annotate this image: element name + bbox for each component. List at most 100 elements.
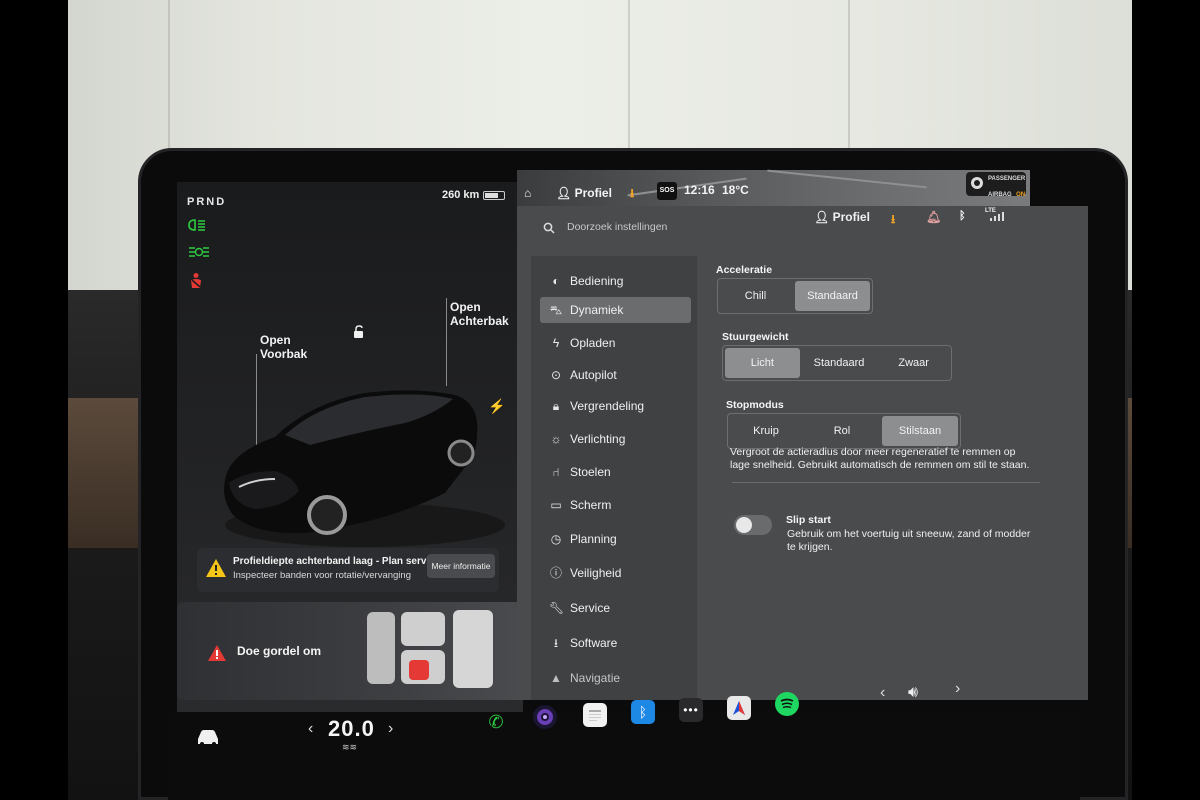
stopmode-option-rol[interactable]: Rol	[804, 414, 880, 448]
airbag-state: ON	[1016, 192, 1026, 198]
nav-label: Bediening	[570, 274, 624, 288]
trunk-callout-line2: Achterbak	[450, 314, 509, 328]
tire-warning-card: Profieldiepte achterband laag - Plan ser…	[197, 548, 499, 592]
nav-label: Veiligheid	[570, 566, 622, 580]
acceleration-option-standaard[interactable]: Standaard	[795, 281, 870, 311]
acceleration-selector: Chill Standaard	[717, 278, 873, 314]
bluetooth-icon[interactable]: ᛒ	[959, 210, 966, 222]
stopmode-option-stilstaan[interactable]: Stilstaan	[882, 416, 958, 446]
warning-triangle-icon	[206, 559, 226, 577]
outside-temperature: 18°C	[722, 183, 749, 197]
battery-icon	[483, 191, 505, 200]
download-icon[interactable]: ⭳	[891, 210, 895, 231]
search-icon	[543, 222, 555, 234]
slip-start-toggle[interactable]	[734, 515, 772, 535]
seat-map-image	[367, 610, 493, 688]
more-info-button[interactable]: Meer informatie	[427, 554, 495, 578]
temp-down-chevron-icon[interactable]: ‹	[308, 720, 313, 738]
nav-service[interactable]: 🔧︎ Service	[540, 595, 691, 621]
photo-frame: PRND 260 km Open Voorbak Open Achterbak …	[0, 0, 1200, 800]
search-input[interactable]: Doorzoek instellingen	[543, 220, 803, 236]
frunk-callout[interactable]: Open Voorbak	[260, 333, 307, 361]
cabin-temperature[interactable]: 20.0	[328, 716, 375, 742]
nav-opladen[interactable]: ϟ Opladen	[540, 330, 691, 356]
sos-button[interactable]: SOS	[657, 182, 677, 200]
nav-autopilot[interactable]: ⊙ Autopilot	[540, 362, 691, 388]
letterbox-left	[0, 0, 68, 800]
nav-label: Dynamiek	[570, 303, 624, 317]
stopmode-description-line1: Vergroot de actieradius door meer regene…	[730, 446, 1016, 458]
steering-wheel-icon: ⊙	[550, 368, 562, 382]
alert-title: Profieldiepte achterband laag - Plan ser…	[233, 556, 441, 567]
stopmode-option-kruip[interactable]: Kruip	[728, 414, 804, 448]
spotify-icon[interactable]	[775, 692, 799, 716]
nav-label: Autopilot	[570, 368, 617, 382]
car-model-image	[224, 390, 505, 547]
slip-start-description-line2: te krijgen.	[787, 541, 833, 553]
nav-label: Stoelen	[570, 465, 611, 479]
stopmode-description: Vergroot de actieradius door meer regene…	[730, 446, 1029, 472]
headlight-icon	[187, 218, 207, 235]
nav-label: Navigatie	[570, 671, 621, 685]
stopmode-label: Stopmodus	[726, 399, 784, 411]
nav-stoelen[interactable]: ⑁ Stoelen	[540, 459, 691, 485]
nav-planning[interactable]: ◷ Planning	[540, 526, 691, 552]
nav-label: Vergrendeling	[570, 399, 645, 413]
more-icon[interactable]: •••	[679, 698, 703, 722]
warning-triangle-icon	[208, 645, 226, 661]
steering-option-standaard[interactable]: Standaard	[802, 346, 877, 380]
nav-label: Service	[570, 601, 611, 615]
nav-bediening[interactable]: ◐ Bediening	[540, 268, 691, 294]
steering-option-licht[interactable]: Licht	[725, 348, 800, 378]
camera-icon[interactable]	[533, 705, 557, 729]
sun-icon: ☼	[550, 432, 562, 446]
download-icon: ⭳	[553, 636, 559, 650]
car-icon[interactable]	[195, 727, 221, 747]
calendar-icon[interactable]	[583, 703, 607, 727]
trunk-callout-line1: Open	[450, 300, 481, 314]
nav-verlichting[interactable]: ☼ Verlichting	[540, 426, 691, 452]
nav-veiligheid[interactable]: ⓘ Veiligheid	[540, 560, 691, 586]
passenger-airbag-indicator: PASSENGER AIRBAG ON	[966, 172, 1026, 198]
navigation-icon: ▲	[550, 671, 562, 685]
profile-top-label: Profiel	[574, 186, 612, 200]
unlock-icon[interactable]	[352, 325, 366, 339]
car-icon: ⛍	[549, 303, 563, 317]
steering-option-zwaar[interactable]: Zwaar	[876, 346, 951, 380]
profile-top[interactable]: 👤︎ Profiel	[556, 186, 612, 200]
seat-icon: ⑁	[552, 465, 560, 479]
nav-label: Opladen	[570, 336, 616, 350]
nav-vergrendeling[interactable]: 🔒︎ Vergrendeling	[540, 393, 691, 419]
nav-scherm[interactable]: ▭ Scherm	[540, 492, 691, 518]
frunk-callout-line1: Open	[260, 333, 291, 347]
navigate-icon[interactable]	[727, 696, 751, 720]
volume-down-chevron-icon[interactable]: ‹	[880, 684, 885, 702]
stopmode-selector: Kruip Rol Stilstaan	[727, 413, 961, 449]
bell-icon[interactable]: 🔔︎	[926, 210, 941, 224]
person-icon: 👤︎	[814, 210, 833, 224]
seatbelt-warning-icon	[187, 272, 205, 293]
trunk-callout[interactable]: Open Achterbak	[450, 300, 509, 328]
nav-dynamiek[interactable]: ⛍ Dynamiek	[540, 297, 691, 323]
airbag-line1: PASSENGER	[988, 176, 1026, 182]
volume-icon[interactable]: 🔊︎	[908, 684, 918, 702]
stopmode-description-line2: lage snelheid. Gebruikt automatisch de r…	[730, 459, 1030, 471]
download-icon[interactable]: ⭳	[630, 184, 634, 205]
search-placeholder: Doorzoek instellingen	[567, 221, 668, 233]
airbag-icon	[971, 177, 983, 189]
profile-button[interactable]: 👤︎ Profiel	[814, 210, 870, 224]
alert-subtitle: Inspecteer banden voor rotatie/vervangin…	[233, 570, 411, 581]
temp-up-chevron-icon[interactable]: ›	[388, 720, 393, 738]
toggle-icon: ◐	[552, 274, 560, 288]
lock-status-icon[interactable]: ⌂	[524, 186, 531, 200]
slip-start-description: Gebruik om het voertuig uit sneeuw, zand…	[787, 528, 1030, 554]
volume-up-chevron-icon[interactable]: ›	[955, 680, 960, 698]
letterbox-right	[1132, 0, 1200, 800]
nav-software[interactable]: ⭳ Software	[540, 630, 691, 656]
signal-icon	[990, 212, 1004, 221]
display-icon: ▭	[550, 498, 562, 512]
bluetooth-icon[interactable]: ᛒ	[631, 700, 655, 724]
acceleration-option-chill[interactable]: Chill	[718, 279, 793, 313]
phone-icon[interactable]: ✆	[484, 710, 508, 734]
nav-navigatie[interactable]: ▲ Navigatie	[540, 665, 691, 691]
